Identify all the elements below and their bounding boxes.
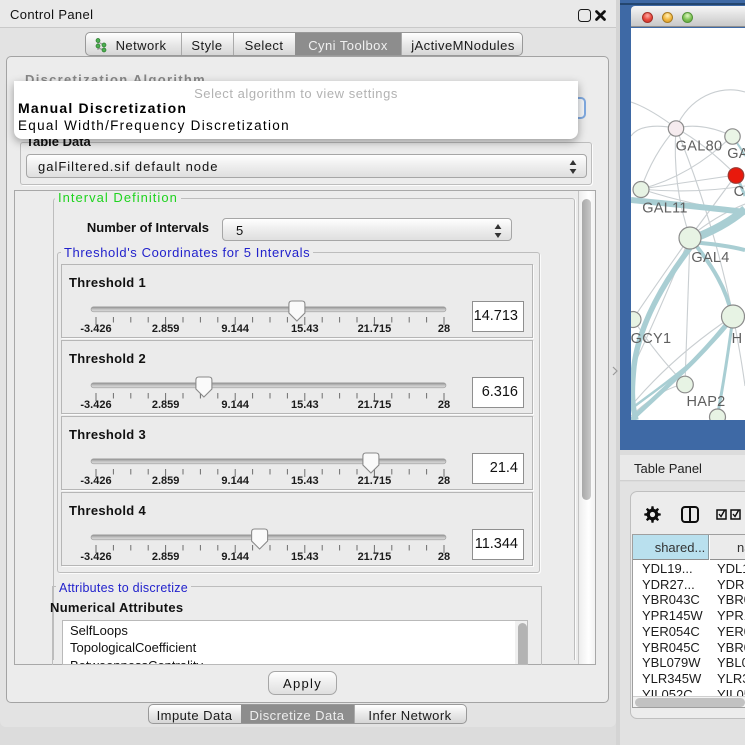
- svg-text:15.43: 15.43: [291, 475, 319, 487]
- svg-text:GA: GA: [727, 146, 745, 162]
- svg-text:GAL11: GAL11: [642, 201, 688, 217]
- svg-text:2.859: 2.859: [152, 551, 180, 563]
- svg-text:C: C: [734, 184, 745, 200]
- svg-text:2.859: 2.859: [152, 399, 180, 411]
- svg-text:GAL4: GAL4: [691, 250, 729, 266]
- svg-text:-3.426: -3.426: [80, 551, 111, 563]
- svg-text:15.43: 15.43: [291, 323, 319, 335]
- svg-text:-3.426: -3.426: [80, 323, 111, 335]
- svg-text:9.144: 9.144: [221, 323, 249, 335]
- svg-text:28: 28: [438, 551, 450, 563]
- svg-text:21.715: 21.715: [358, 399, 392, 411]
- svg-text:15.43: 15.43: [291, 551, 319, 563]
- svg-text:21.715: 21.715: [358, 551, 392, 563]
- svg-text:9.144: 9.144: [221, 475, 249, 487]
- svg-text:-3.426: -3.426: [80, 399, 111, 411]
- svg-text:28: 28: [438, 399, 450, 411]
- svg-text:H: H: [732, 331, 743, 347]
- svg-text:GCY1: GCY1: [631, 331, 671, 347]
- svg-text:9.144: 9.144: [221, 399, 249, 411]
- svg-text:-3.426: -3.426: [80, 475, 111, 487]
- svg-text:15.43: 15.43: [291, 399, 319, 411]
- svg-text:GAL80: GAL80: [676, 139, 723, 155]
- svg-text:28: 28: [438, 323, 450, 335]
- svg-text:2.859: 2.859: [152, 323, 180, 335]
- svg-text:28: 28: [438, 475, 450, 487]
- svg-text:21.715: 21.715: [358, 475, 392, 487]
- svg-text:21.715: 21.715: [358, 323, 392, 335]
- svg-text:2.859: 2.859: [152, 475, 180, 487]
- svg-text:9.144: 9.144: [221, 551, 249, 563]
- svg-text:HAP2: HAP2: [686, 394, 725, 410]
